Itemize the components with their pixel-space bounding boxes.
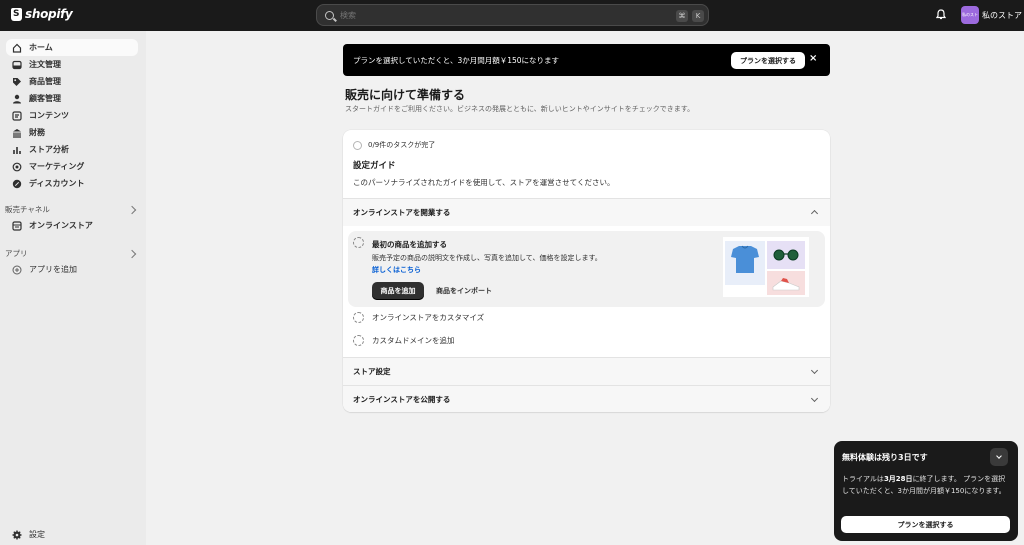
collapse-button[interactable] bbox=[990, 448, 1008, 466]
task-status-icon[interactable] bbox=[353, 237, 364, 248]
progress-circle-icon bbox=[353, 140, 362, 150]
task-add-first-product: 最初の商品を追加する 販売予定の商品の説明文を作成し、写真を追加して、価格を設定… bbox=[348, 231, 825, 307]
search-bar[interactable]: ⌘ K bbox=[316, 4, 709, 26]
learn-more-link[interactable]: 詳しくはこちら bbox=[372, 265, 421, 275]
section-open-store[interactable]: オンラインストアを開業する bbox=[343, 198, 830, 226]
guide-title: 設定ガイド bbox=[353, 161, 396, 171]
task-customize-store[interactable]: オンラインストアをカスタマイズ bbox=[353, 312, 484, 323]
setup-guide-card: 0/9件のタスクが完了 設定ガイド このパーソナライズされたガイドを使用して、ス… bbox=[343, 130, 830, 412]
section-label: オンラインストアを公開する bbox=[353, 395, 451, 404]
target-icon bbox=[12, 162, 22, 171]
sidebar: ホーム 注文管理 商品管理 顧客管理 コンテンツ 財務 ストア分析 マーケティン… bbox=[0, 31, 146, 545]
chevron-right-icon[interactable] bbox=[127, 205, 137, 215]
add-circle-icon bbox=[12, 265, 22, 274]
sidebar-item-label: オンラインストア bbox=[29, 221, 93, 230]
chevron-down-icon[interactable] bbox=[810, 394, 819, 403]
sidebar-item-content[interactable]: コンテンツ bbox=[6, 107, 138, 124]
sidebar-item-label: 設定 bbox=[29, 530, 45, 539]
close-icon[interactable]: × bbox=[809, 53, 817, 64]
section-store-settings[interactable]: ストア設定 bbox=[343, 357, 830, 385]
sidebar-item-customers[interactable]: 顧客管理 bbox=[6, 90, 138, 107]
task-label: カスタムドメインを追加 bbox=[372, 336, 455, 345]
plan-banner: プランを選択していただくと、3か月間月額￥150になります プランを選択する × bbox=[343, 44, 830, 76]
task-label: オンラインストアをカスタマイズ bbox=[372, 313, 485, 322]
trial-end-date: 3月28日 bbox=[883, 475, 913, 483]
sidebar-item-settings[interactable]: 設定 bbox=[6, 526, 138, 543]
sidebar-item-label: 顧客管理 bbox=[29, 94, 61, 103]
trial-toast: 無料体験は残り3日です トライアルは3月28日に終了します。 プランを選択してい… bbox=[834, 441, 1018, 541]
section-label: オンラインストアを開業する bbox=[353, 208, 451, 217]
brand-name: shopify bbox=[25, 7, 73, 21]
banner-text: プランを選択していただくと、3か月間月額￥150になります bbox=[353, 55, 560, 65]
select-plan-button[interactable]: プランを選択する bbox=[731, 52, 805, 69]
product-illustration bbox=[723, 237, 809, 297]
chevron-up-icon[interactable] bbox=[810, 209, 819, 218]
task-add-domain[interactable]: カスタムドメインを追加 bbox=[353, 335, 455, 346]
add-product-button[interactable]: 商品を追加 bbox=[372, 282, 424, 300]
guide-description: このパーソナライズされたガイドを使用して、ストアを運営させてください。 bbox=[353, 178, 615, 187]
sidebar-item-marketing[interactable]: マーケティング bbox=[6, 158, 138, 175]
search-input[interactable] bbox=[340, 10, 640, 20]
bar-chart-icon bbox=[13, 146, 21, 154]
sidebar-item-label: 財務 bbox=[29, 128, 45, 137]
task-title: 最初の商品を追加する bbox=[372, 240, 447, 249]
sidebar-item-online-store[interactable]: オンラインストア bbox=[6, 217, 138, 234]
chevron-down-icon bbox=[996, 453, 1002, 459]
sidebar-item-label: コンテンツ bbox=[29, 111, 69, 120]
tag-icon bbox=[13, 77, 21, 86]
sidebar-item-label: 商品管理 bbox=[29, 77, 61, 86]
bank-icon bbox=[13, 128, 21, 138]
content-icon bbox=[12, 110, 22, 121]
select-plan-button[interactable]: プランを選択する bbox=[841, 516, 1010, 533]
search-icon bbox=[325, 10, 334, 20]
chevron-right-icon[interactable] bbox=[127, 249, 137, 259]
sidebar-item-discounts[interactable]: ディスカウント bbox=[6, 175, 138, 192]
k-key-icon: K bbox=[692, 10, 704, 22]
storefront-icon bbox=[12, 220, 22, 231]
toast-body-prefix: トライアルは bbox=[842, 475, 884, 483]
sidebar-item-label: ディスカウント bbox=[29, 179, 85, 188]
toast-body: トライアルは3月28日に終了します。 プランを選択していただくと、3か月間が月額… bbox=[842, 473, 1012, 497]
import-products-button[interactable]: 商品をインポート bbox=[436, 282, 492, 300]
sidebar-item-label: マーケティング bbox=[29, 162, 85, 171]
progress-text: 0/9件のタスクが完了 bbox=[368, 141, 436, 149]
task-status-icon[interactable] bbox=[353, 312, 364, 323]
apps-heading: アプリ bbox=[5, 249, 28, 258]
task-description: 販売予定の商品の説明文を作成し、写真を追加して、価格を設定します。 bbox=[372, 254, 602, 262]
home-icon bbox=[12, 43, 22, 53]
top-bar: shopify ⌘ K 私のスト 私のストア bbox=[0, 0, 1024, 31]
section-label: ストア設定 bbox=[353, 367, 391, 376]
sidebar-item-label: ホーム bbox=[29, 43, 53, 52]
store-avatar[interactable]: 私のスト bbox=[961, 6, 979, 24]
task-progress: 0/9件のタスクが完了 bbox=[353, 140, 435, 150]
store-name[interactable]: 私のストア bbox=[982, 10, 1022, 21]
toast-title: 無料体験は残り3日です bbox=[842, 453, 928, 462]
page-subtitle: スタートガイドをご利用ください。ビジネスの発展とともに、新しいヒントやインサイト… bbox=[345, 105, 695, 113]
sidebar-item-orders[interactable]: 注文管理 bbox=[6, 56, 138, 73]
shopify-logo[interactable]: shopify bbox=[11, 7, 73, 21]
person-icon bbox=[13, 94, 21, 103]
section-publish-store[interactable]: オンラインストアを公開する bbox=[343, 385, 830, 412]
sidebar-item-label: 注文管理 bbox=[29, 60, 61, 69]
sidebar-item-label: アプリを追加 bbox=[29, 265, 77, 274]
shopping-bag-icon bbox=[11, 7, 22, 21]
command-key-icon: ⌘ bbox=[676, 10, 688, 22]
discount-icon bbox=[12, 179, 22, 188]
sidebar-item-add-app[interactable]: アプリを追加 bbox=[6, 261, 138, 278]
chevron-down-icon[interactable] bbox=[810, 366, 819, 375]
gear-icon bbox=[12, 530, 22, 539]
page-title: 販売に向けて準備する bbox=[345, 88, 466, 102]
sales-channels-heading: 販売チャネル bbox=[5, 205, 50, 214]
bell-icon[interactable] bbox=[936, 9, 946, 20]
sidebar-item-analytics[interactable]: ストア分析 bbox=[6, 141, 138, 158]
inbox-icon bbox=[12, 60, 22, 69]
sidebar-item-finance[interactable]: 財務 bbox=[6, 124, 138, 141]
sidebar-item-home[interactable]: ホーム bbox=[6, 39, 138, 56]
sidebar-item-products[interactable]: 商品管理 bbox=[6, 73, 138, 90]
sidebar-item-label: ストア分析 bbox=[29, 145, 69, 154]
task-status-icon[interactable] bbox=[353, 335, 364, 346]
